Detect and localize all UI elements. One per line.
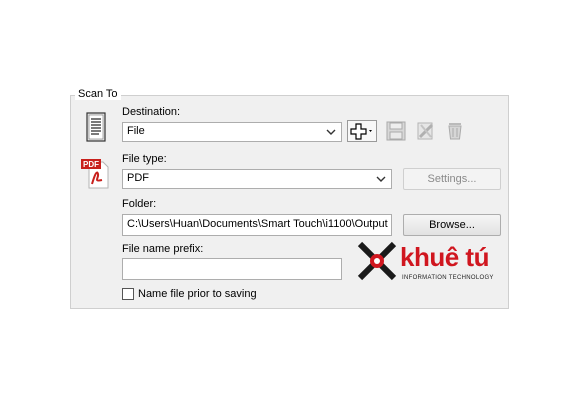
add-destination-button[interactable] xyxy=(347,120,377,142)
save-destination-button[interactable] xyxy=(385,120,407,142)
logo-brand-text: khuê tú xyxy=(400,242,489,272)
khue-tu-logo: khuê tú INFORMATION TECHNOLOGY xyxy=(356,240,501,285)
chevron-down-icon xyxy=(374,171,388,187)
chevron-down-icon xyxy=(324,124,338,140)
document-icon xyxy=(86,112,106,142)
destination-label: Destination: xyxy=(122,106,181,118)
plus-icon xyxy=(350,123,372,140)
folder-path-input[interactable]: C:\Users\Huan\Documents\Smart Touch\i110… xyxy=(122,214,392,236)
name-file-prior-checkbox[interactable] xyxy=(122,288,134,300)
settings-button[interactable]: Settings... xyxy=(403,168,501,190)
x-logo-icon xyxy=(357,241,397,281)
edit-destination-button[interactable] xyxy=(415,120,437,142)
pdf-badge-label: PDF xyxy=(83,160,99,169)
file-name-prefix-label: File name prefix: xyxy=(122,243,204,255)
file-type-value: PDF xyxy=(127,172,149,184)
floppy-icon xyxy=(386,121,406,141)
tools-icon xyxy=(417,122,434,140)
group-title: Scan To xyxy=(75,88,121,100)
destination-value: File xyxy=(127,125,145,137)
browse-button[interactable]: Browse... xyxy=(403,214,501,236)
logo-tagline: INFORMATION TECHNOLOGY xyxy=(402,275,494,281)
delete-destination-button[interactable] xyxy=(444,120,466,142)
destination-select[interactable]: File xyxy=(122,122,342,142)
file-type-select[interactable]: PDF xyxy=(122,169,392,189)
trash-icon xyxy=(448,123,462,140)
file-type-label: File type: xyxy=(122,153,167,165)
file-name-prefix-input[interactable] xyxy=(122,258,342,280)
name-file-prior-label: Name file prior to saving xyxy=(138,288,257,300)
folder-label: Folder: xyxy=(122,198,157,210)
